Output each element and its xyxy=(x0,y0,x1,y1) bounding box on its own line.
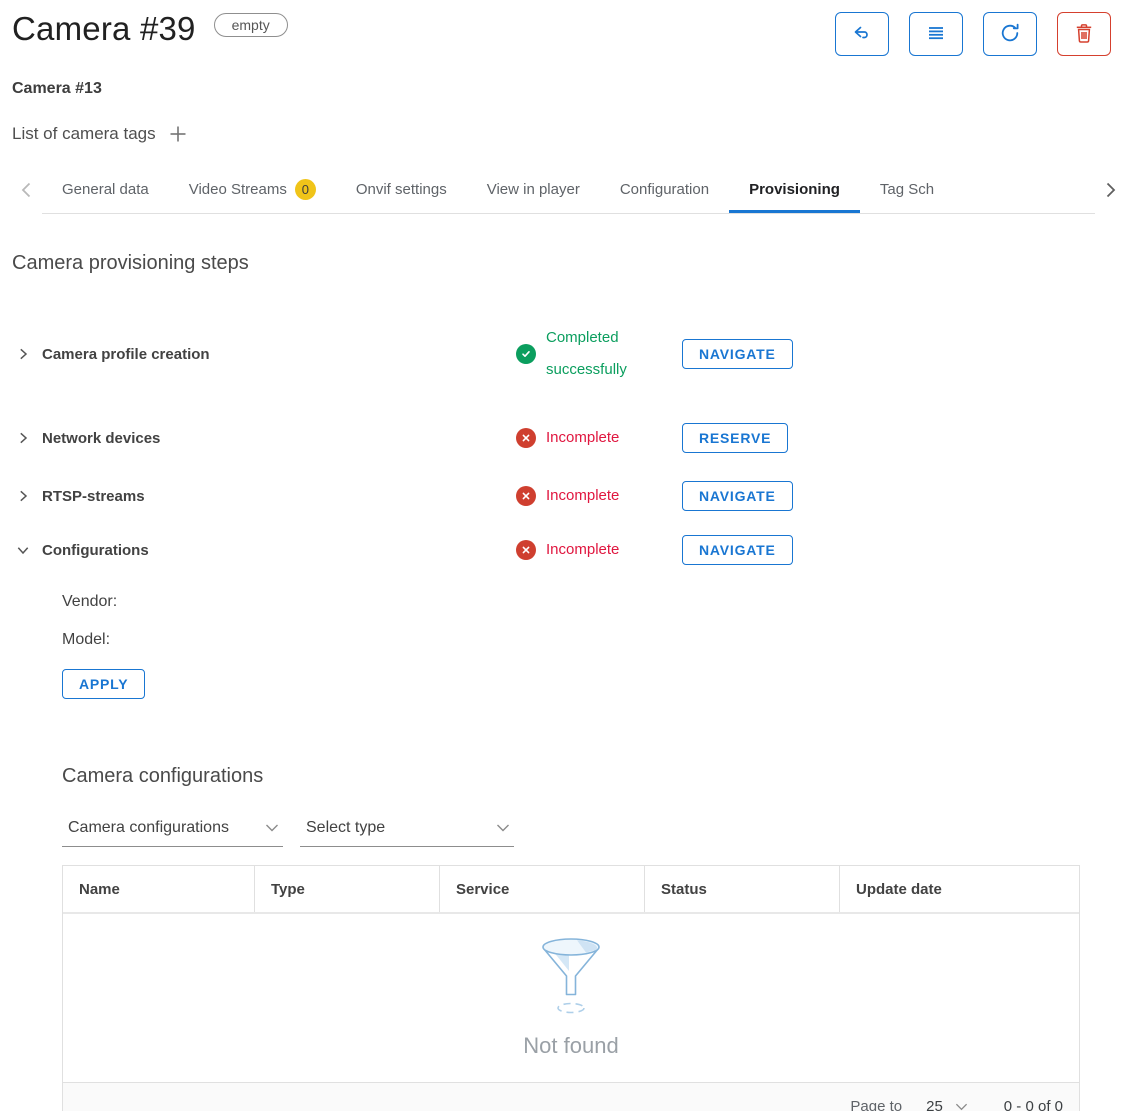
chevron-right-icon xyxy=(16,347,30,361)
provisioning-steps-list: Camera profile creation Completed succes… xyxy=(16,315,816,699)
chevron-down-icon xyxy=(265,824,279,832)
status-badge: empty xyxy=(214,13,288,37)
step-status: Incomplete xyxy=(516,480,682,512)
model-label: Model: xyxy=(62,631,816,649)
step-status: Completed successfully xyxy=(516,322,682,386)
success-check-icon xyxy=(516,344,536,364)
column-header-update-date: Update date xyxy=(839,866,1079,912)
camera-configurations-heading: Camera configurations xyxy=(62,765,1129,788)
configurations-filter-select[interactable]: Camera configurations xyxy=(62,814,283,847)
error-x-icon xyxy=(516,486,536,506)
chevron-right-icon xyxy=(16,431,30,445)
trash-icon xyxy=(1073,22,1095,47)
tab-bar: General data Video Streams 0 Onvif setti… xyxy=(0,166,1129,214)
chevron-left-icon xyxy=(17,180,37,200)
tab-onvif-settings[interactable]: Onvif settings xyxy=(336,166,467,213)
column-header-type: Type xyxy=(254,866,439,912)
step-expander-rtsp-streams[interactable]: RTSP-streams xyxy=(16,488,516,505)
table-empty-state: Not found xyxy=(63,914,1079,1082)
tabs-strip: General data Video Streams 0 Onvif setti… xyxy=(42,166,1095,214)
provisioning-steps-heading: Camera provisioning steps xyxy=(12,252,1129,275)
camera-tags-row: List of camera tags xyxy=(12,124,1129,144)
navigate-button-rtsp-streams[interactable]: NAVIGATE xyxy=(682,481,793,511)
camera-tags-label: List of camera tags xyxy=(12,124,156,144)
plus-icon xyxy=(168,124,188,144)
apply-button[interactable]: APPLY xyxy=(62,669,145,699)
page-size-label: Page to xyxy=(850,1096,902,1111)
step-expander-network-devices[interactable]: Network devices xyxy=(16,430,516,447)
tabs-scroll-right-button[interactable] xyxy=(1095,166,1125,214)
column-header-status: Status xyxy=(644,866,839,912)
step-status: Incomplete xyxy=(516,422,682,454)
tabs-scroll-left-button[interactable] xyxy=(12,166,42,214)
add-tag-button[interactable] xyxy=(168,124,188,144)
step-status-text: Incomplete xyxy=(546,422,619,454)
step-status: Incomplete xyxy=(516,534,682,566)
step-status-text: Incomplete xyxy=(546,480,619,512)
undo-icon xyxy=(851,22,873,47)
tab-tag-schedule[interactable]: Tag Sch xyxy=(860,166,954,213)
navigate-button-configurations[interactable]: NAVIGATE xyxy=(682,535,793,565)
table-pagination: Page to 25 0 - 0 of 0 xyxy=(63,1082,1079,1111)
step-expander-camera-profile[interactable]: Camera profile creation xyxy=(16,346,516,363)
chevron-down-icon xyxy=(16,543,30,557)
list-button[interactable] xyxy=(909,12,963,56)
video-streams-count-badge: 0 xyxy=(295,179,316,200)
tab-view-in-player[interactable]: View in player xyxy=(467,166,600,213)
step-row-camera-profile-creation: Camera profile creation Completed succes… xyxy=(16,315,816,393)
vendor-label: Vendor: xyxy=(62,593,816,611)
chevron-down-icon xyxy=(496,824,510,832)
configurations-table: Name Type Service Status Update date Not… xyxy=(62,865,1080,1111)
camera-subtitle: Camera #13 xyxy=(12,80,1129,98)
step-status-text: Completed successfully xyxy=(546,322,666,386)
camera-detail-page: Camera #39 empty xyxy=(0,0,1129,1111)
table-header-row: Name Type Service Status Update date xyxy=(63,866,1079,914)
navigate-button-camera-profile[interactable]: NAVIGATE xyxy=(682,339,793,369)
step-row-configurations: Configurations Incomplete NAVIGATE xyxy=(16,525,816,575)
page-title: Camera #39 xyxy=(12,10,196,48)
page-size-select[interactable]: 25 xyxy=(926,1096,968,1111)
step-row-network-devices: Network devices Incomplete RESERVE xyxy=(16,409,816,467)
error-x-icon xyxy=(516,428,536,448)
refresh-icon xyxy=(999,22,1021,47)
chevron-right-icon xyxy=(16,489,30,503)
tab-configuration[interactable]: Configuration xyxy=(600,166,729,213)
list-icon xyxy=(925,22,947,47)
pagination-range: 0 - 0 of 0 xyxy=(1004,1096,1063,1111)
filter-funnel-icon xyxy=(539,937,603,1019)
configurations-filters: Camera configurations Select type xyxy=(62,814,1129,847)
page-header: Camera #39 empty xyxy=(0,0,1129,56)
chevron-down-icon xyxy=(955,1103,968,1111)
refresh-button[interactable] xyxy=(983,12,1037,56)
reserve-button-network-devices[interactable]: RESERVE xyxy=(682,423,788,453)
undo-button[interactable] xyxy=(835,12,889,56)
chevron-right-icon xyxy=(1100,180,1120,200)
configurations-details-panel: Vendor: Model: APPLY xyxy=(62,593,816,699)
tab-video-streams[interactable]: Video Streams 0 xyxy=(169,166,336,213)
column-header-name: Name xyxy=(63,866,254,912)
not-found-text: Not found xyxy=(523,1033,618,1059)
step-status-text: Incomplete xyxy=(546,534,619,566)
delete-button[interactable] xyxy=(1057,12,1111,56)
error-x-icon xyxy=(516,540,536,560)
header-actions xyxy=(835,10,1111,56)
tab-provisioning[interactable]: Provisioning xyxy=(729,166,860,213)
step-expander-configurations[interactable]: Configurations xyxy=(16,542,516,559)
type-filter-select[interactable]: Select type xyxy=(300,814,514,847)
column-header-service: Service xyxy=(439,866,644,912)
tab-general-data[interactable]: General data xyxy=(42,166,169,213)
step-row-rtsp-streams: RTSP-streams Incomplete NAVIGATE xyxy=(16,467,816,525)
